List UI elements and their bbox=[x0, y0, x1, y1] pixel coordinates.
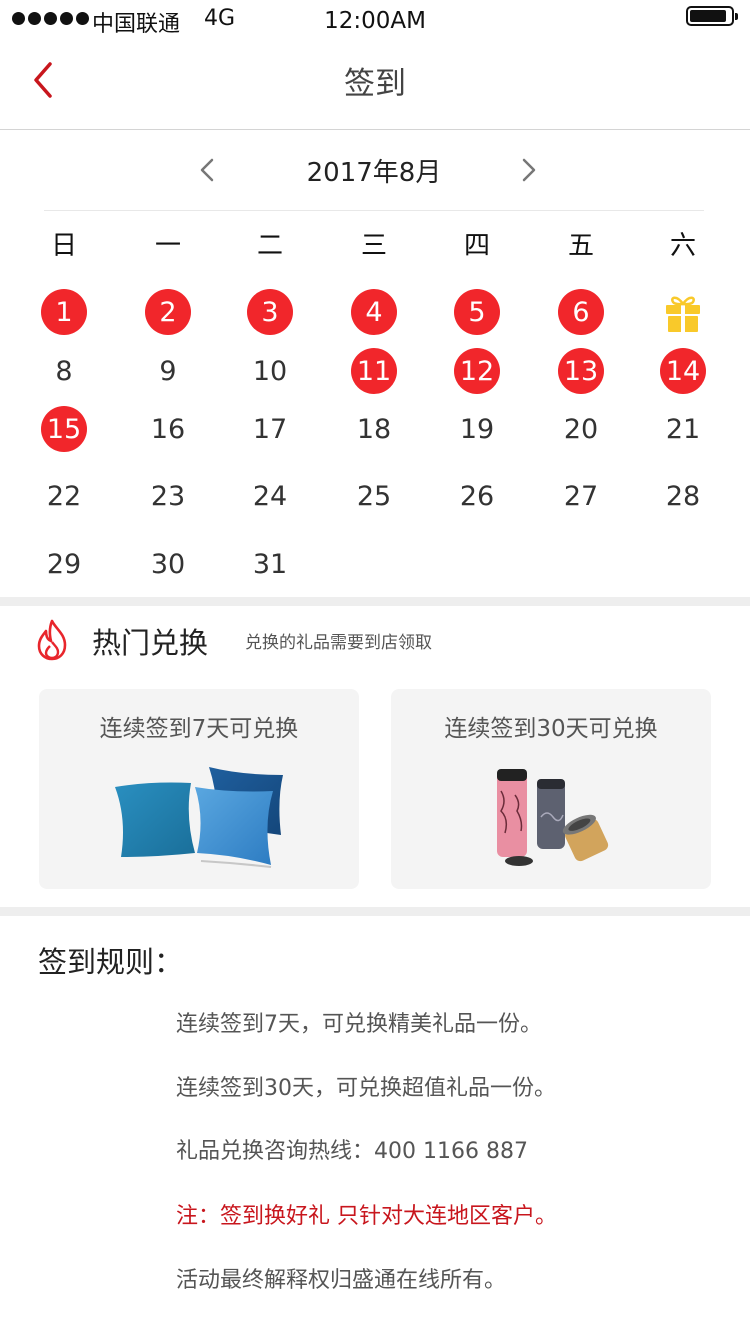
day-number: 18 bbox=[356, 413, 392, 445]
day-number: 9 bbox=[159, 355, 177, 387]
calendar-gift-day[interactable] bbox=[653, 284, 713, 340]
gift-icon bbox=[666, 296, 700, 332]
day-number: 8 bbox=[55, 355, 73, 387]
calendar-day[interactable]: 22 bbox=[34, 468, 94, 524]
weekday-label: 六 bbox=[669, 230, 696, 261]
calendar-day-signed[interactable]: 14 bbox=[653, 343, 713, 399]
day-number: 22 bbox=[46, 480, 82, 512]
day-number: 2 bbox=[145, 289, 191, 335]
calendar-day[interactable]: 21 bbox=[653, 401, 713, 457]
day-number: 3 bbox=[247, 289, 293, 335]
weekday-label: 二 bbox=[256, 230, 283, 261]
calendar-day-signed[interactable]: 3 bbox=[240, 284, 300, 340]
battery-icon bbox=[686, 6, 738, 26]
calendar-day[interactable]: 8 bbox=[34, 343, 94, 399]
hot-exchange-subtitle: 兑换的礼品需要到店领取 bbox=[245, 633, 432, 653]
day-number: 29 bbox=[46, 548, 82, 580]
section-divider bbox=[0, 597, 750, 606]
hot-exchange-header: 热门兑换 兑换的礼品需要到店领取 bbox=[0, 606, 750, 676]
calendar-day[interactable]: 31 bbox=[240, 536, 300, 592]
calendar-day-signed[interactable]: 12 bbox=[447, 343, 507, 399]
rule-line: 礼品兑换咨询热线：400 1166 887 bbox=[176, 1139, 528, 1164]
day-number: 5 bbox=[454, 289, 500, 335]
calendar-day-signed[interactable]: 11 bbox=[344, 343, 404, 399]
status-time: 12:00AM bbox=[324, 8, 426, 34]
calendar-day[interactable]: 23 bbox=[138, 468, 198, 524]
calendar-day[interactable]: 28 bbox=[653, 468, 713, 524]
day-number: 25 bbox=[356, 480, 392, 512]
rule-line: 连续签到30天，可兑换超值礼品一份。 bbox=[176, 1076, 556, 1101]
calendar-day[interactable]: 29 bbox=[34, 536, 94, 592]
page-title: 签到 bbox=[344, 66, 406, 102]
day-number: 17 bbox=[252, 413, 288, 445]
rule-line: 连续签到7天，可兑换精美礼品一份。 bbox=[176, 1012, 542, 1037]
day-number: 30 bbox=[150, 548, 186, 580]
day-number: 28 bbox=[665, 480, 701, 512]
day-number: 24 bbox=[252, 480, 288, 512]
rule-line: 活动最终解释权归盛通在线所有。 bbox=[176, 1268, 507, 1293]
day-number: 4 bbox=[351, 289, 397, 335]
calendar-day[interactable]: 24 bbox=[240, 468, 300, 524]
day-number: 13 bbox=[558, 348, 604, 394]
weekday-label: 日 bbox=[50, 230, 77, 261]
calendar-day[interactable]: 10 bbox=[240, 343, 300, 399]
gift-card-7-days[interactable]: 连续签到7天可兑换 bbox=[39, 689, 359, 889]
calendar-day-signed[interactable]: 6 bbox=[551, 284, 611, 340]
pillow-image bbox=[115, 767, 283, 868]
day-number: 16 bbox=[150, 413, 186, 445]
gift-card-30-days[interactable]: 连续签到30天可兑换 bbox=[391, 689, 711, 889]
gift-card-title: 连续签到30天可兑换 bbox=[444, 716, 658, 742]
calendar-day-signed[interactable]: 4 bbox=[344, 284, 404, 340]
day-number: 10 bbox=[252, 355, 288, 387]
day-number: 20 bbox=[563, 413, 599, 445]
month-label: 2017年8月 bbox=[306, 158, 442, 188]
day-number: 6 bbox=[558, 289, 604, 335]
rule-line-notice: 注：签到换好礼 只针对大连地区客户。 bbox=[176, 1204, 557, 1229]
calendar-day-signed[interactable]: 1 bbox=[34, 284, 94, 340]
weekday-label: 四 bbox=[463, 230, 490, 261]
day-number: 1 bbox=[41, 289, 87, 335]
day-number: 12 bbox=[454, 348, 500, 394]
bottle-image bbox=[497, 769, 609, 866]
nav-bar: 签到 bbox=[0, 40, 750, 130]
weekday-label: 五 bbox=[567, 230, 594, 261]
calendar-day[interactable]: 25 bbox=[344, 468, 404, 524]
weekday-label: 三 bbox=[360, 230, 387, 261]
calendar-day-signed[interactable]: 5 bbox=[447, 284, 507, 340]
next-month-button[interactable] bbox=[514, 152, 544, 188]
rules-title: 签到规则： bbox=[38, 945, 184, 979]
calendar-day[interactable]: 20 bbox=[551, 401, 611, 457]
calendar-day[interactable]: 9 bbox=[138, 343, 198, 399]
section-divider bbox=[0, 907, 750, 916]
calendar-day-signed[interactable]: 13 bbox=[551, 343, 611, 399]
weekday-label: 一 bbox=[154, 230, 181, 261]
day-number: 15 bbox=[41, 406, 87, 452]
day-number: 19 bbox=[459, 413, 495, 445]
calendar-day[interactable]: 26 bbox=[447, 468, 507, 524]
calendar-day-signed[interactable]: 15 bbox=[34, 401, 94, 457]
day-number: 14 bbox=[660, 348, 706, 394]
calendar-day[interactable]: 17 bbox=[240, 401, 300, 457]
calendar-day[interactable]: 27 bbox=[551, 468, 611, 524]
flame-icon bbox=[37, 619, 67, 661]
month-header: 2017年8月 bbox=[44, 130, 704, 211]
day-number: 21 bbox=[665, 413, 701, 445]
status-bar: 中国联通 4G 12:00AM bbox=[0, 0, 750, 40]
calendar-day-signed[interactable]: 2 bbox=[138, 284, 198, 340]
gift-card-title: 连续签到7天可兑换 bbox=[99, 716, 299, 742]
day-number: 23 bbox=[150, 480, 186, 512]
day-number: 31 bbox=[252, 548, 288, 580]
calendar-day[interactable]: 16 bbox=[138, 401, 198, 457]
day-number: 27 bbox=[563, 480, 599, 512]
calendar-day[interactable]: 19 bbox=[447, 401, 507, 457]
hot-exchange-title: 热门兑换 bbox=[92, 626, 209, 660]
calendar-day[interactable]: 18 bbox=[344, 401, 404, 457]
day-number: 11 bbox=[351, 348, 397, 394]
calendar-day[interactable]: 30 bbox=[138, 536, 198, 592]
day-number: 26 bbox=[459, 480, 495, 512]
chevron-right-icon bbox=[522, 158, 536, 182]
